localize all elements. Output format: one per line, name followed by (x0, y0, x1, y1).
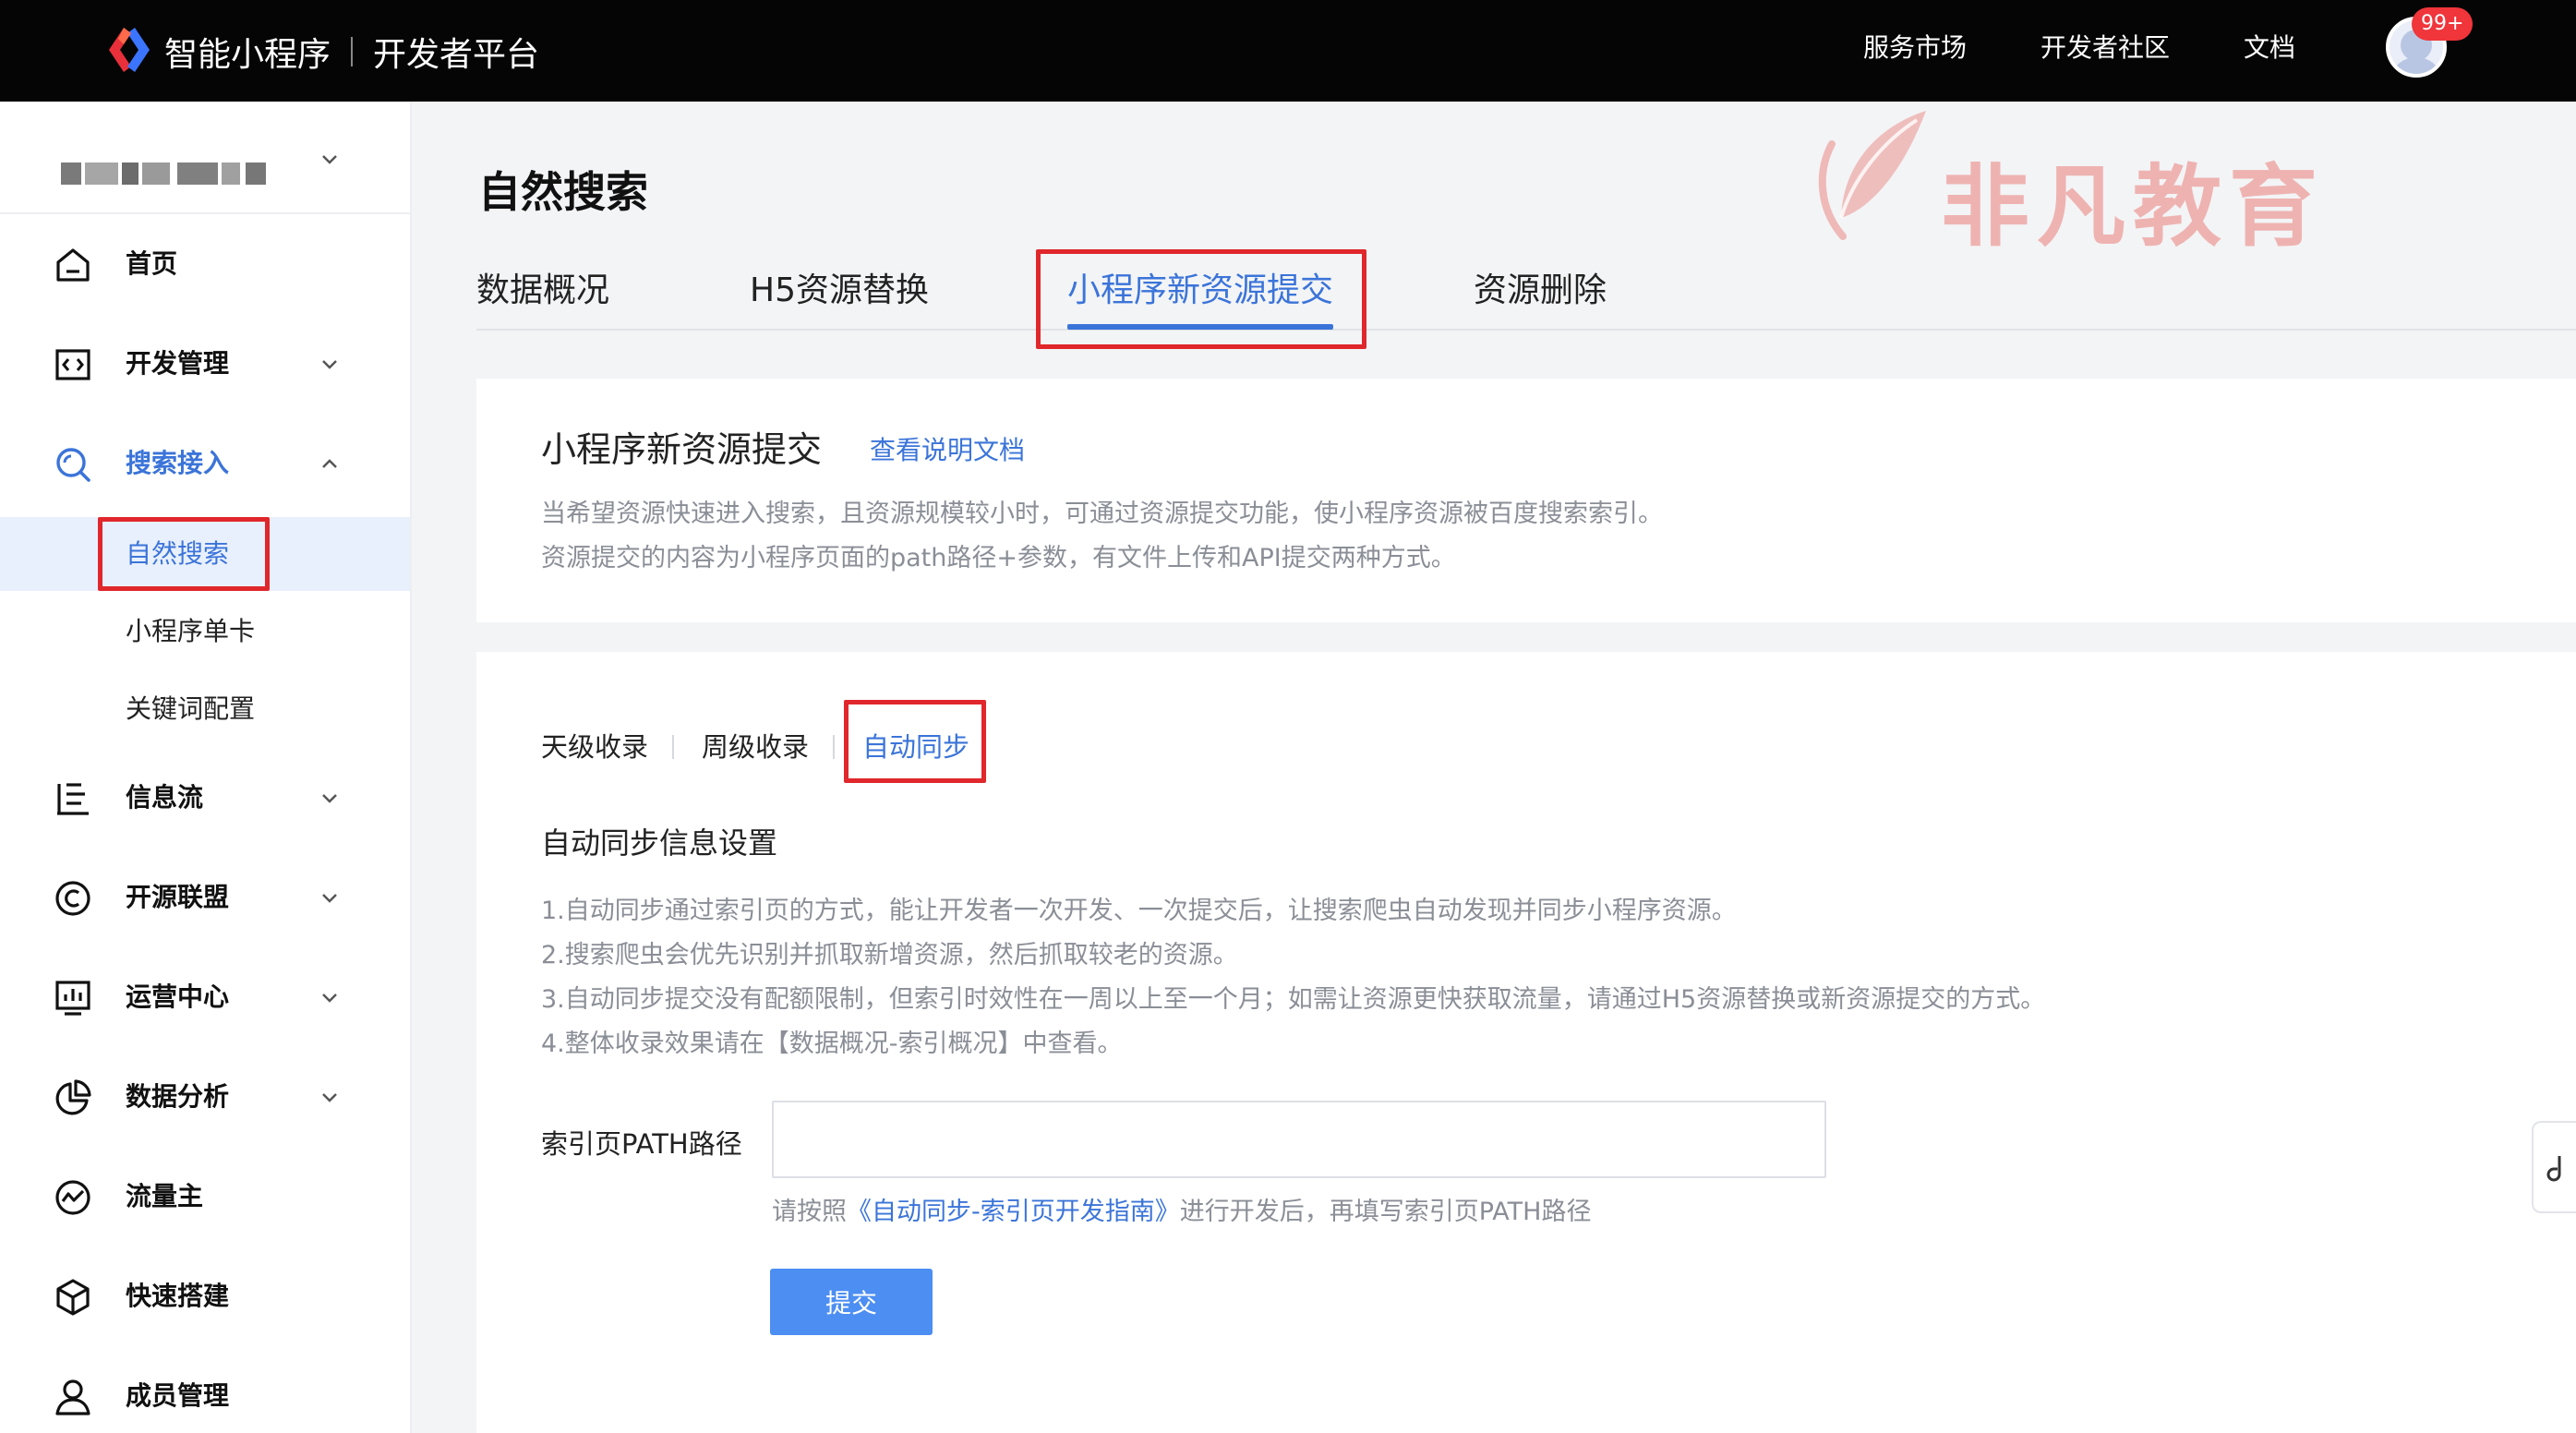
sidebar-subitem-label: 小程序单卡 (126, 616, 256, 646)
sidebar-item-label: 快速搭建 (126, 1281, 230, 1311)
tab-h5-replace[interactable]: H5资源替换 (750, 268, 929, 314)
notification-badge[interactable]: 99+ (2412, 7, 2474, 41)
tab-new-resource-submit[interactable]: 小程序新资源提交 (1067, 268, 1333, 314)
hint-prefix: 请按照 (772, 1198, 847, 1226)
music-note-icon (2546, 1156, 2561, 1182)
index-path-hint: 请按照《自动同步-索引页开发指南》进行开发后，再填写索引页PATH路径 (772, 1191, 1591, 1227)
chevron-down-icon (322, 993, 337, 1003)
account-switcher[interactable] (61, 155, 273, 188)
sidebar-item-label: 开发管理 (126, 348, 230, 379)
sidebar-item-label: 数据分析 (126, 1081, 230, 1112)
trend-icon (55, 1180, 90, 1215)
tabs-divider (476, 329, 2576, 331)
sidebar-item-operations[interactable]: 运营中心 (0, 960, 410, 1034)
sidebar-item-home[interactable]: 首页 (0, 227, 410, 301)
sidebar-item-members[interactable]: 成员管理 (0, 1359, 410, 1433)
feather-logo-icon (1818, 111, 1926, 240)
code-icon (55, 349, 90, 380)
rule-line: 4.整体收录效果请在【数据概况-索引概况】中查看。 (541, 1030, 1123, 1058)
chevron-up-icon (322, 459, 337, 468)
blurred-account-name (222, 163, 240, 185)
sidebar-item-dev-management[interactable]: 开发管理 (0, 327, 410, 401)
blurred-account-name (61, 163, 81, 185)
subtab-auto-sync[interactable]: 自动同步 (862, 726, 969, 768)
watermark: 非凡教育 (1815, 102, 2406, 259)
avatar-body (2393, 57, 2439, 74)
sidebar-item-label: 成员管理 (126, 1380, 230, 1411)
blurred-account-name (142, 163, 170, 185)
sidebar-subitem-keyword-config[interactable]: 关键词配置 (0, 672, 410, 746)
pie-icon (55, 1079, 91, 1115)
subtab-weekly-index[interactable]: 周级收录 (702, 726, 809, 768)
chart-icon (55, 981, 90, 1016)
blurred-account-name (177, 163, 218, 185)
sidebar-item-label: 搜索接入 (126, 448, 230, 478)
nav-developer-community[interactable]: 开发者社区 (2040, 28, 2170, 68)
sidebar-subitem-label: 自然搜索 (126, 538, 230, 569)
top-bar: 智能小程序 开发者平台 服务市场 开发者社区 文档 99+ (0, 0, 2576, 102)
sidebar-subitem-label: 关键词配置 (126, 693, 256, 724)
copyright-icon (55, 881, 90, 916)
section-title: 自动同步信息设置 (541, 825, 778, 861)
sidebar-item-traffic-owner[interactable]: 流量主 (0, 1160, 410, 1234)
cube-icon (56, 1279, 90, 1316)
nav-docs[interactable]: 文档 (2244, 28, 2295, 68)
sidebar: 首页 开发管理 搜索接入 自然搜索 小程序单卡 关键词配置 信息流 开源联盟 运… (0, 102, 412, 1433)
brand-separator (351, 37, 354, 66)
subtab-separator (833, 735, 835, 759)
sidebar-subitem-natural-search[interactable]: 自然搜索 (0, 517, 410, 591)
chevron-down-icon (322, 360, 337, 369)
search-icon (56, 448, 90, 482)
intro-desc-line: 资源提交的内容为小程序页面的path路径+参数，有文件上传和API提交两种方式。 (541, 544, 1456, 572)
chevron-down-icon (322, 894, 337, 903)
sidebar-item-label: 信息流 (126, 782, 204, 813)
blurred-account-name (85, 163, 118, 185)
chevron-down-icon[interactable] (316, 146, 343, 174)
blurred-account-name (122, 163, 138, 185)
index-path-input[interactable] (772, 1101, 1826, 1178)
sidebar-divider (0, 212, 410, 214)
subtab-daily-index[interactable]: 天级收录 (541, 726, 648, 768)
sidebar-item-label: 流量主 (126, 1181, 204, 1211)
auto-sync-card: 天级收录 周级收录 自动同步 自动同步信息设置 1.自动同步通过索引页的方式，能… (476, 652, 2576, 1433)
list-icon (57, 783, 89, 815)
sidebar-item-label: 开源联盟 (126, 882, 230, 912)
rule-line: 2.搜索爬虫会优先识别并抓取新增资源，然后抓取较老的资源。 (541, 941, 1238, 969)
blurred-account-name (246, 163, 266, 185)
intro-card: 小程序新资源提交 查看说明文档 当希望资源快速进入搜索，且资源规模较小时，可通过… (476, 379, 2576, 622)
brand[interactable]: 智能小程序 开发者平台 (164, 28, 539, 76)
sidebar-item-label: 首页 (126, 248, 178, 279)
rule-line: 3.自动同步提交没有配额限制，但索引时效性在一周以上至一个月；如需让资源更快获取… (541, 985, 2046, 1014)
view-doc-link[interactable]: 查看说明文档 (870, 430, 1025, 467)
active-tab-indicator (1067, 324, 1333, 330)
chevron-down-icon (322, 1093, 337, 1102)
rule-line: 1.自动同步通过索引页的方式，能让开发者一次开发、一次提交后，让搜索爬虫自动发现… (541, 897, 1737, 925)
tab-resource-delete[interactable]: 资源删除 (1474, 268, 1607, 314)
floating-side-widget[interactable] (2532, 1121, 2576, 1213)
sidebar-item-label: 运营中心 (126, 981, 230, 1012)
sidebar-item-data-analysis[interactable]: 数据分析 (0, 1060, 410, 1134)
sidebar-item-quick-build[interactable]: 快速搭建 (0, 1259, 410, 1333)
intro-card-title: 小程序新资源提交 (541, 429, 823, 470)
logo-icon[interactable] (103, 24, 155, 76)
page-title: 自然搜索 (478, 167, 648, 217)
sidebar-item-open-source[interactable]: 开源联盟 (0, 861, 410, 934)
user-icon (55, 1379, 90, 1415)
brand-name: 智能小程序 (164, 36, 331, 74)
home-icon (56, 248, 90, 282)
nav-service-market[interactable]: 服务市场 (1863, 28, 1967, 68)
sidebar-item-search-access[interactable]: 搜索接入 (0, 427, 410, 500)
platform-name: 开发者平台 (373, 36, 540, 74)
tab-data-overview[interactable]: 数据概况 (476, 268, 609, 314)
submit-button[interactable]: 提交 (770, 1269, 933, 1335)
subtab-separator (672, 735, 674, 759)
chevron-down-icon (322, 794, 337, 803)
intro-desc-line: 当希望资源快速进入搜索，且资源规模较小时，可通过资源提交功能，使小程序资源被百度… (541, 500, 1663, 528)
sidebar-subitem-mini-card[interactable]: 小程序单卡 (0, 595, 410, 668)
sidebar-item-feed[interactable]: 信息流 (0, 761, 410, 835)
watermark-text: 非凡教育 (1941, 155, 2325, 259)
hint-suffix: 进行开发后，再填写索引页PATH路径 (1179, 1198, 1592, 1226)
index-path-label: 索引页PATH路径 (541, 1128, 742, 1160)
dev-guide-link[interactable]: 《自动同步-索引页开发指南》 (847, 1198, 1180, 1226)
